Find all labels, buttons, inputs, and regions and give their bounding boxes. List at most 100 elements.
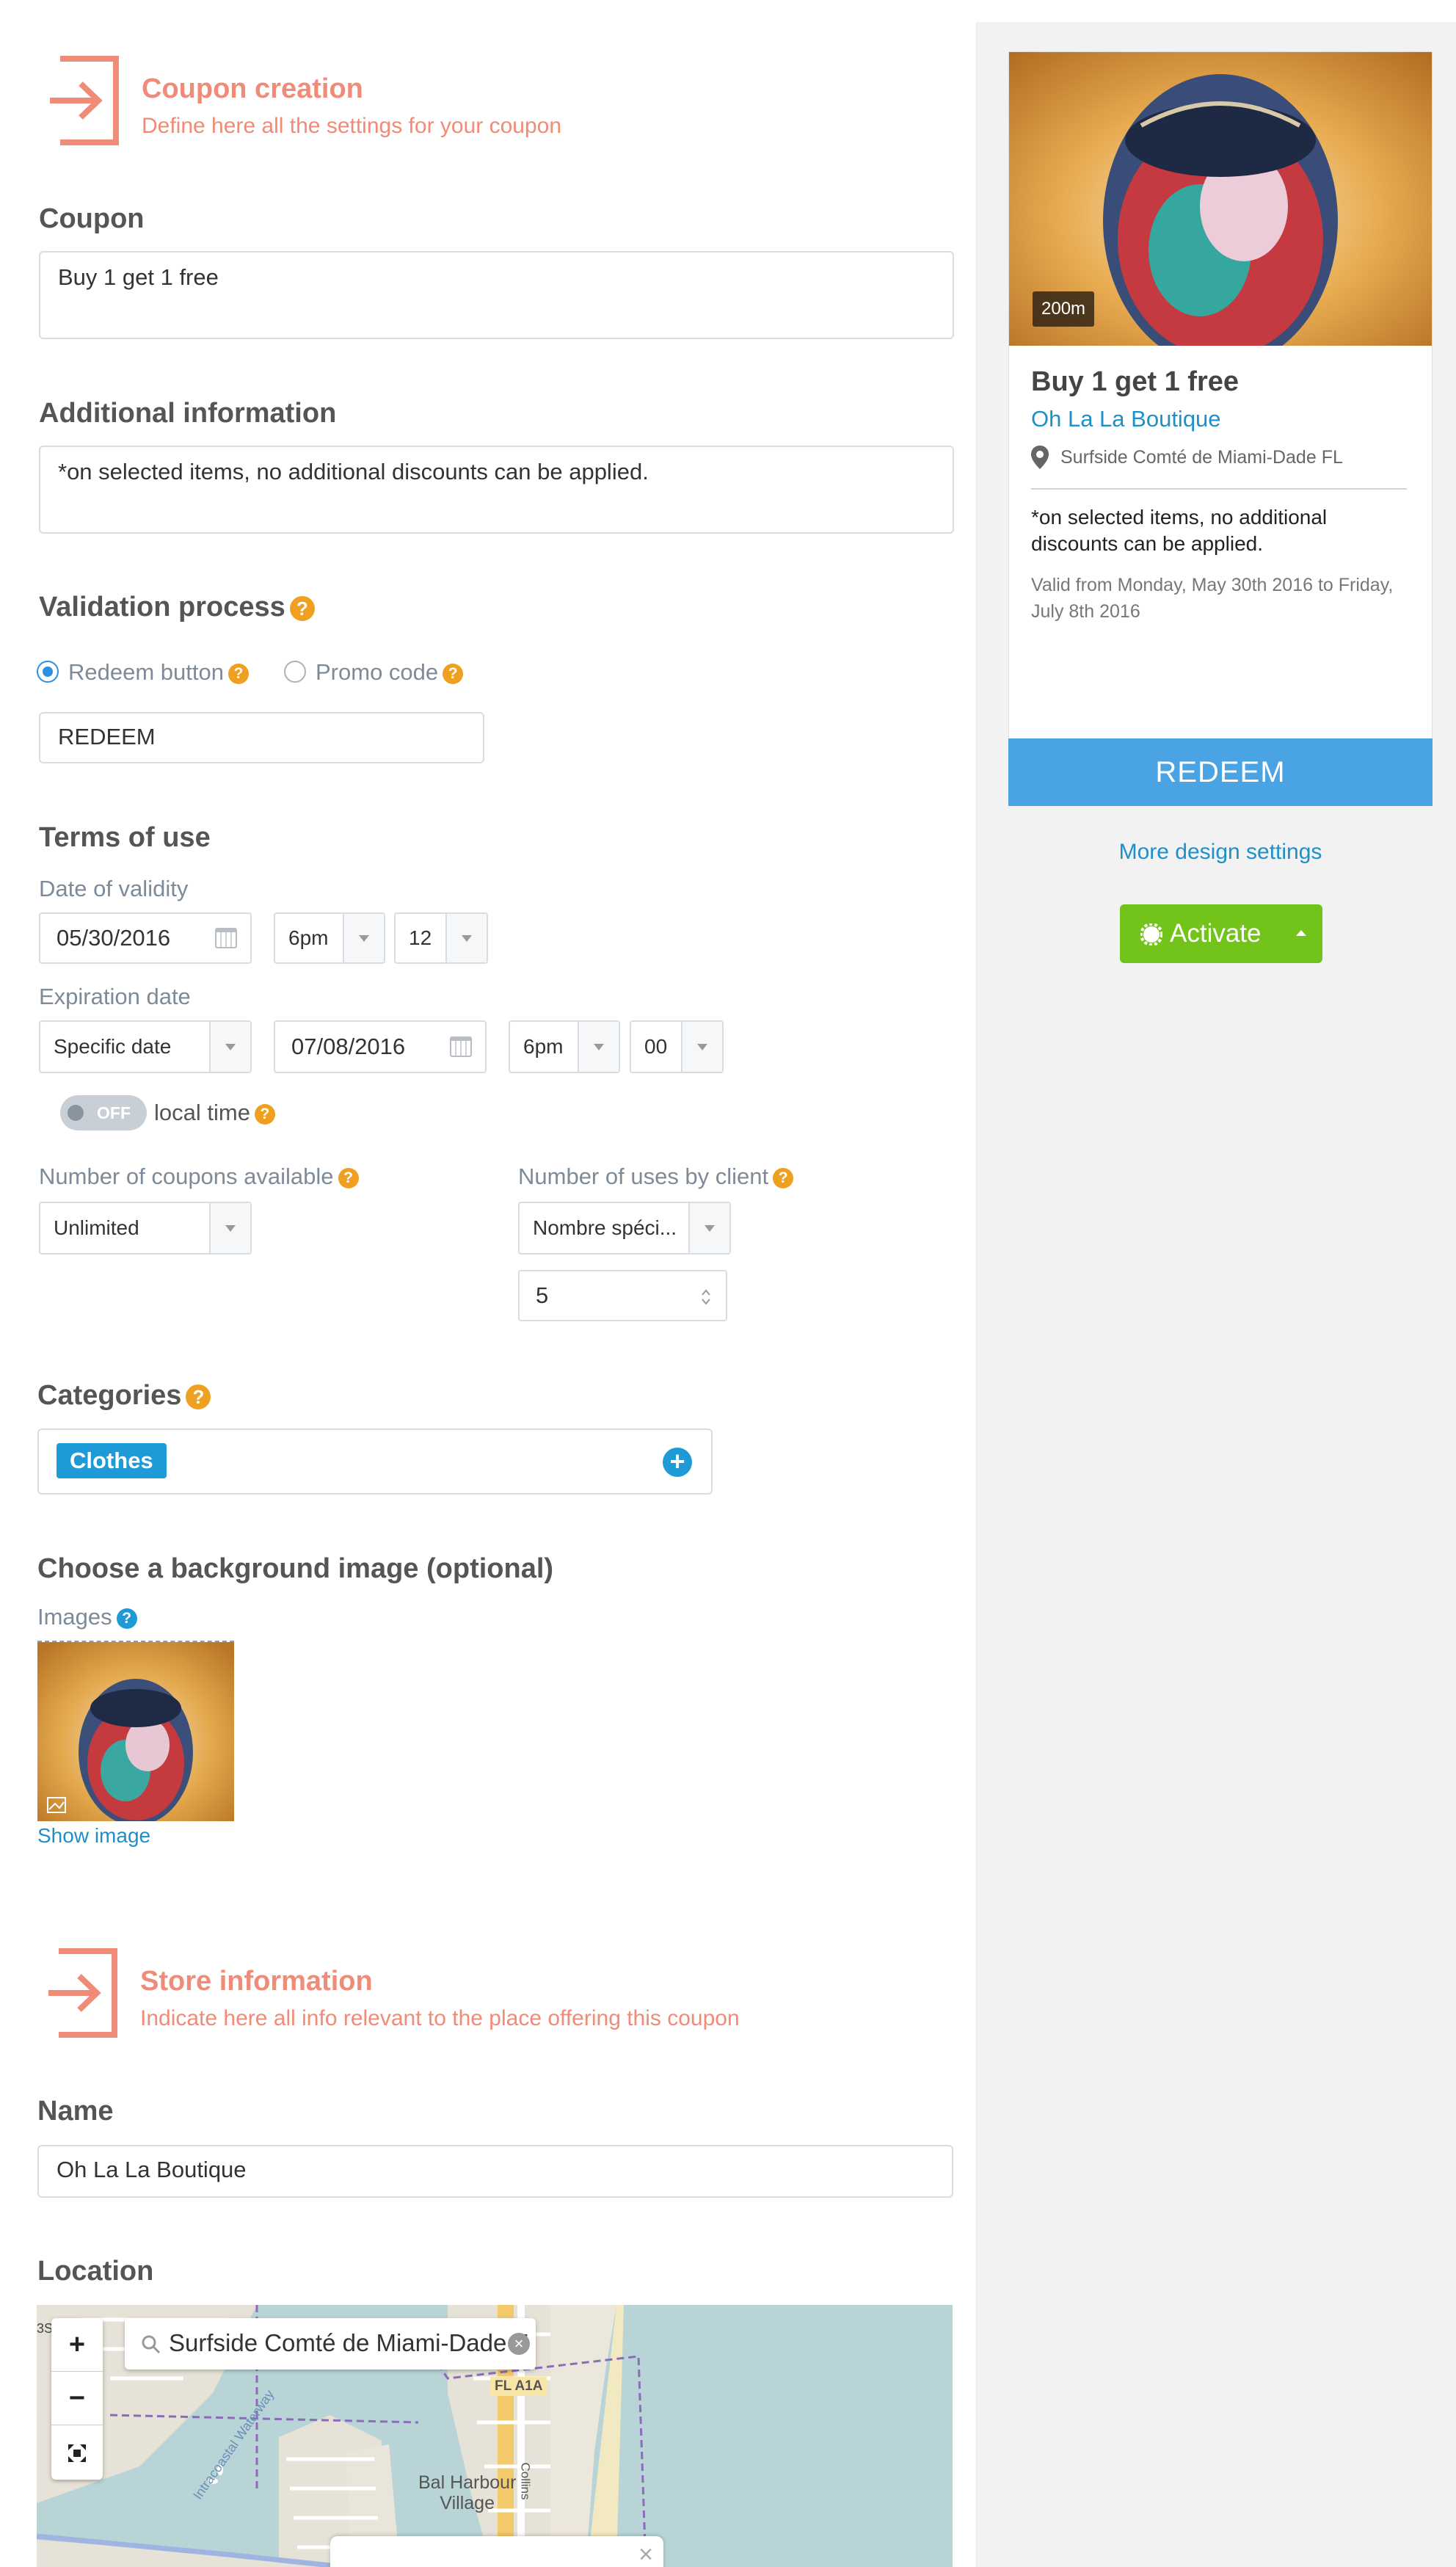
coupons-available-label-text: Number of coupons available bbox=[39, 1163, 334, 1189]
toggle-knob bbox=[68, 1105, 84, 1121]
preview-redeem-button[interactable]: REDEEM bbox=[1008, 738, 1433, 806]
local-time-toggle[interactable]: OFF bbox=[60, 1095, 147, 1130]
help-icon[interactable]: ? bbox=[443, 663, 464, 684]
map-search-box[interactable]: Surfside Comté de Miami-Dade F × bbox=[125, 2318, 536, 2370]
validity-hour-select[interactable]: 6pm bbox=[274, 912, 385, 964]
preview-store-name[interactable]: Oh La La Boutique bbox=[1031, 406, 1221, 432]
stepper-icon[interactable] bbox=[701, 1287, 711, 1307]
additional-info-label: Additional information bbox=[39, 398, 337, 429]
validity-minute-value: 12 bbox=[409, 926, 432, 949]
expiration-minute-value: 00 bbox=[644, 1035, 668, 1058]
enter-icon bbox=[50, 56, 119, 145]
fullscreen-icon bbox=[68, 2444, 86, 2462]
chevron-down-icon bbox=[445, 914, 487, 962]
expiration-hour-select[interactable]: 6pm bbox=[509, 1020, 620, 1073]
coupon-preview-image: 200m bbox=[1009, 52, 1432, 346]
chevron-down-icon bbox=[209, 1022, 250, 1072]
coupon-form: Coupon creation Define here all the sett… bbox=[0, 0, 976, 2567]
coupon-preview-card: 200m Buy 1 get 1 free Oh La La Boutique … bbox=[1008, 51, 1433, 740]
expiration-date-value: 07/08/2016 bbox=[291, 1034, 406, 1059]
preview-title: Buy 1 get 1 free bbox=[1031, 366, 1239, 397]
images-label-text: Images bbox=[37, 1604, 112, 1630]
location-map[interactable]: 3S Intracoastal Waterway FL A1A Bal Harb… bbox=[37, 2305, 953, 2567]
preview-address: Surfside Comté de Miami-Dade FL bbox=[1060, 447, 1343, 468]
categories-label: Categories? bbox=[37, 1380, 211, 1412]
background-image-thumbnail[interactable] bbox=[37, 1641, 234, 1821]
chevron-down-icon bbox=[688, 1203, 729, 1253]
validity-date-label: Date of validity bbox=[39, 876, 189, 901]
section-title-store-information: Store information bbox=[140, 1966, 373, 1997]
expiration-date-picker[interactable]: 07/08/2016 bbox=[274, 1020, 487, 1073]
more-design-settings-link[interactable]: More design settings bbox=[1008, 840, 1433, 865]
redeem-button-option-label: Redeem button bbox=[68, 659, 224, 685]
fullscreen-button[interactable] bbox=[51, 2425, 103, 2479]
uses-by-client-value: Nombre spéci... bbox=[533, 1216, 677, 1239]
map-popup: × bbox=[330, 2536, 663, 2567]
map-search-input[interactable]: Surfside Comté de Miami-Dade F bbox=[169, 2329, 528, 2357]
redeem-button-radio[interactable] bbox=[37, 661, 59, 683]
validity-minute-select[interactable]: 12 bbox=[394, 912, 488, 964]
help-icon[interactable]: ? bbox=[186, 1384, 211, 1409]
help-icon[interactable]: ? bbox=[338, 1167, 359, 1188]
map-zoom-controls: + − bbox=[51, 2318, 103, 2480]
location-label: Location bbox=[37, 2256, 154, 2287]
close-icon[interactable]: × bbox=[638, 2541, 653, 2567]
coupon-label: Coupon bbox=[39, 203, 145, 234]
location-pin-icon bbox=[1031, 446, 1049, 469]
preview-info: *on selected items, no additional discou… bbox=[1031, 506, 1328, 555]
coupon-input[interactable]: Buy 1 get 1 free bbox=[39, 251, 954, 339]
map-edge-label: 3S bbox=[37, 2321, 54, 2336]
help-icon[interactable]: ? bbox=[773, 1167, 794, 1188]
preview-validity: Valid from Monday, May 30th 2016 to Frid… bbox=[1031, 575, 1394, 622]
clear-search-icon[interactable]: × bbox=[508, 2333, 530, 2355]
zoom-out-button[interactable]: − bbox=[51, 2372, 103, 2425]
help-icon[interactable]: ? bbox=[116, 1608, 137, 1629]
chevron-down-icon bbox=[578, 1022, 619, 1072]
terms-label: Terms of use bbox=[39, 822, 211, 853]
uses-by-client-number-input[interactable]: 5 bbox=[518, 1270, 727, 1321]
additional-info-input[interactable]: *on selected items, no additional discou… bbox=[39, 446, 954, 534]
add-category-icon[interactable]: + bbox=[663, 1448, 692, 1477]
map-street-label: Collins bbox=[518, 2462, 533, 2500]
chevron-down-icon bbox=[681, 1022, 722, 1072]
help-icon[interactable]: ? bbox=[289, 595, 315, 621]
show-image-link[interactable]: Show image bbox=[37, 1824, 150, 1848]
store-name-input[interactable]: Oh La La Boutique bbox=[37, 2145, 953, 2198]
expiration-date-label: Expiration date bbox=[39, 984, 191, 1009]
categories-input[interactable]: Clothes + bbox=[37, 1428, 713, 1495]
gear-icon bbox=[1140, 923, 1162, 945]
expiration-type-select[interactable]: Specific date bbox=[39, 1020, 252, 1073]
store-name-label: Name bbox=[37, 2096, 114, 2127]
redeem-button-text-input[interactable]: REDEEM bbox=[39, 712, 484, 763]
section-subtitle-coupon-creation: Define here all the settings for your co… bbox=[142, 114, 562, 138]
validation-label: Validation process? bbox=[39, 592, 315, 623]
activate-button[interactable]: Activate bbox=[1120, 904, 1322, 963]
divider bbox=[1031, 488, 1407, 490]
activate-label: Activate bbox=[1170, 919, 1262, 948]
category-tag[interactable]: Clothes bbox=[57, 1443, 167, 1478]
coupons-available-label: Number of coupons available? bbox=[39, 1163, 359, 1190]
expiration-minute-select[interactable]: 00 bbox=[630, 1020, 724, 1073]
uses-by-client-label: Number of uses by client? bbox=[518, 1163, 794, 1190]
help-icon[interactable]: ? bbox=[254, 1103, 275, 1125]
validity-date-picker[interactable]: 05/30/2016 bbox=[39, 912, 252, 964]
caret-up-icon bbox=[1296, 930, 1306, 936]
categories-label-text: Categories bbox=[37, 1380, 182, 1411]
promo-code-option-label: Promo code bbox=[316, 659, 439, 685]
toggle-state: OFF bbox=[97, 1103, 131, 1122]
map-place-label-line2: Village bbox=[440, 2493, 495, 2513]
validity-date-value: 05/30/2016 bbox=[57, 925, 171, 951]
help-icon[interactable]: ? bbox=[228, 663, 249, 684]
uses-by-client-select[interactable]: Nombre spéci... bbox=[518, 1202, 731, 1255]
chevron-down-icon bbox=[209, 1203, 250, 1253]
calendar-icon[interactable] bbox=[215, 928, 237, 948]
activate-dropdown[interactable] bbox=[1281, 904, 1322, 963]
redeem-button-option: Redeem button? bbox=[68, 659, 249, 686]
promo-code-radio[interactable] bbox=[284, 661, 306, 683]
zoom-in-button[interactable]: + bbox=[51, 2318, 103, 2372]
distance-badge: 200m bbox=[1033, 291, 1095, 327]
background-image-label: Choose a background image (optional) bbox=[37, 1553, 554, 1584]
coupons-available-select[interactable]: Unlimited bbox=[39, 1202, 252, 1255]
calendar-icon[interactable] bbox=[450, 1036, 472, 1057]
coupons-available-value: Unlimited bbox=[54, 1216, 139, 1239]
